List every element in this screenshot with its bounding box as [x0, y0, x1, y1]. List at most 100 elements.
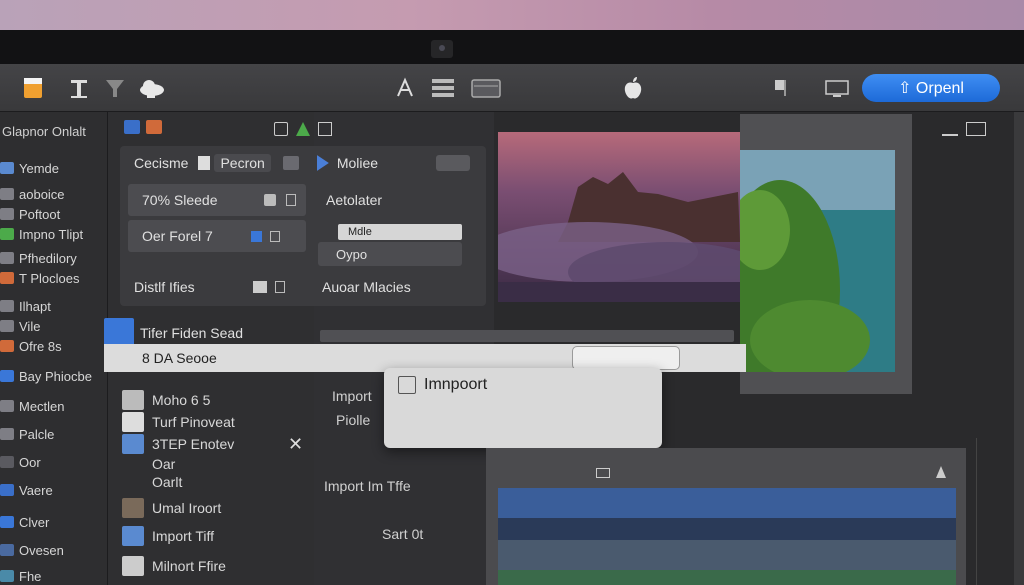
- sidebar-item-2[interactable]: Poftoot: [0, 204, 60, 224]
- pen-icon[interactable]: [394, 76, 416, 100]
- landscape-photo-lake[interactable]: [498, 488, 956, 585]
- sidebar-item-10[interactable]: Mectlen: [0, 396, 65, 416]
- list-item-label: Umal Iroort: [152, 500, 222, 516]
- fullscreen-icon[interactable]: [966, 122, 986, 136]
- list-item[interactable]: Turf Pinoveat: [122, 412, 235, 432]
- sidebar-item-11[interactable]: Palcle: [0, 424, 54, 444]
- edit-small-icon[interactable]: [269, 230, 280, 242]
- toggle-switch[interactable]: [436, 155, 471, 171]
- row2-right-label[interactable]: Oypo: [336, 239, 367, 269]
- list-item[interactable]: Oarlt: [152, 474, 182, 490]
- landscape-photo-mountain[interactable]: [498, 132, 740, 302]
- sidebar-item-label: Bay Phiocbe: [19, 368, 92, 384]
- sidebar-item-label: Fhe: [19, 568, 42, 584]
- list-item[interactable]: Moho 6 5: [122, 390, 210, 410]
- sidebar-item-1[interactable]: aoboice: [0, 184, 65, 204]
- image-icon[interactable]: [274, 122, 288, 136]
- open-button[interactable]: ⇧ Orpenl: [862, 74, 1000, 102]
- photo-icon[interactable]: [252, 281, 267, 293]
- list-item[interactable]: Umal Iroort: [122, 498, 221, 518]
- dialog-handle[interactable]: [572, 346, 680, 370]
- import-popover[interactable]: Imnpoort: [384, 368, 662, 448]
- list-item-label: 3TEP Enotev: [152, 436, 235, 452]
- list-item[interactable]: Import Tiff: [122, 526, 214, 546]
- text-icon[interactable]: [68, 76, 90, 100]
- export-icon[interactable]: [274, 281, 285, 293]
- edit-icon[interactable]: [198, 156, 211, 170]
- square-icon[interactable]: [263, 194, 276, 206]
- list-item-label: Moho 6 5: [152, 392, 211, 408]
- folder-icon: [0, 320, 14, 332]
- landscape-photo-coast[interactable]: [740, 150, 895, 372]
- sidebar-item-8[interactable]: Ofre 8s: [0, 336, 62, 356]
- crop-icon[interactable]: [318, 122, 332, 136]
- detail-label: Import Im Tffe: [324, 478, 411, 494]
- folder-icon: [0, 544, 14, 556]
- row3: Distlf Ifies: [134, 272, 285, 302]
- sidebar-item-16[interactable]: Fhe: [0, 566, 41, 585]
- sidebar-item-12[interactable]: Oor: [0, 452, 41, 472]
- sidebar-item-7[interactable]: Vile: [0, 316, 40, 336]
- edit-icons: [274, 122, 348, 136]
- row1-field[interactable]: Mdle: [338, 224, 462, 240]
- right-edge-panel: [1014, 112, 1024, 585]
- folder-icon: [0, 400, 14, 412]
- sidebar-item-label: Mectlen: [19, 398, 65, 414]
- folder-icon: [0, 428, 14, 440]
- list-item-label: Oar: [152, 456, 176, 472]
- desktop-wallpaper: [0, 0, 1024, 30]
- filter-icon[interactable]: [104, 76, 126, 100]
- screen-bezel: [0, 30, 1024, 64]
- scroll-bar[interactable]: [976, 438, 1000, 585]
- list-item[interactable]: Milnort Ffire: [122, 556, 226, 576]
- row1-left-label: 70% Sleede: [142, 192, 218, 208]
- file-icon: [122, 412, 144, 432]
- color-view-icon[interactable]: [146, 120, 162, 134]
- list-item[interactable]: 3TEP Enotev: [122, 434, 234, 454]
- sidebar-item-label: Palcle: [19, 426, 55, 442]
- sidebar-item-label: T Plocloes: [19, 270, 80, 286]
- folder-icon: [0, 570, 14, 582]
- sidebar-item-label: Clver: [19, 514, 50, 530]
- list-item-label: Turf Pinoveat: [152, 414, 235, 430]
- folder-icon: [0, 340, 14, 352]
- sidebar-item-14[interactable]: Clver: [0, 512, 49, 532]
- sidebar-item-label: Pfhedilory: [19, 250, 77, 266]
- folder-icon: [0, 188, 14, 200]
- sidebar-item-6[interactable]: Ilhapt: [0, 296, 51, 316]
- sidebar-item-13[interactable]: Vaere: [0, 480, 53, 500]
- layers-icon[interactable]: [282, 156, 299, 170]
- cloud-icon[interactable]: [138, 76, 166, 100]
- sidebar-item-4[interactable]: Pfhedilory: [0, 248, 77, 268]
- flag-icon[interactable]: [772, 76, 790, 100]
- pencil-icon[interactable]: [942, 122, 958, 136]
- blue-square-icon[interactable]: [250, 230, 262, 242]
- monitor-icon[interactable]: [824, 76, 850, 100]
- document-icon[interactable]: [22, 76, 44, 100]
- sidebar-item-label: Vaere: [19, 482, 53, 498]
- grid-view-icon[interactable]: [124, 120, 140, 134]
- row1-left[interactable]: 70% Sleede: [142, 185, 296, 215]
- sidebar-item-5[interactable]: T Plocloes: [0, 268, 79, 288]
- sidebar-item-0[interactable]: Yemde: [0, 158, 59, 178]
- row2-left[interactable]: Oer Forel 7: [142, 221, 280, 251]
- apple-logo: [622, 76, 644, 100]
- file-icon: [122, 498, 144, 518]
- close-icon[interactable]: ✕: [288, 434, 303, 455]
- image-small-icon[interactable]: [596, 468, 610, 478]
- green-arrow-icon[interactable]: [296, 122, 310, 136]
- list-icon[interactable]: [430, 76, 456, 100]
- tray-icon[interactable]: [470, 76, 502, 100]
- sidebar-item-15[interactable]: Ovesen: [0, 540, 64, 560]
- detail-label: Import: [332, 388, 372, 404]
- pen-small-icon[interactable]: [285, 194, 296, 206]
- sidebar-item-label: Ofre 8s: [19, 338, 62, 354]
- panel-header-field[interactable]: Pecron: [214, 154, 271, 172]
- sidebar-item-9[interactable]: Bay Phiocbe: [0, 366, 92, 386]
- folder-icon: [0, 370, 14, 382]
- file-icon: [122, 526, 144, 546]
- sidebar-title: Glapnor Onlalt: [2, 124, 86, 139]
- sidebar-item-3[interactable]: Impno Tlipt: [0, 224, 83, 244]
- row1-right-label: Aetolater: [326, 192, 383, 208]
- list-item[interactable]: Oar: [152, 456, 175, 472]
